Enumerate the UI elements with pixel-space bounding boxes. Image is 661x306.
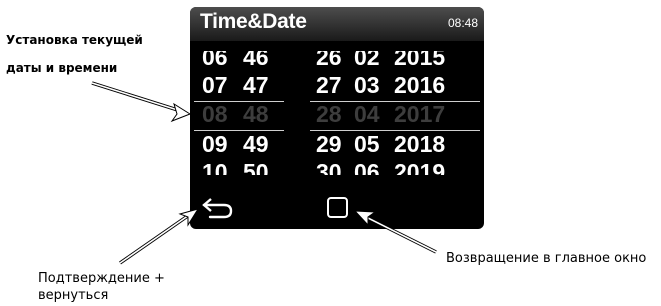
arrow-to-home-icon [353,210,437,254]
annotation-arrows [91,81,437,265]
arrow-to-time-picker [91,81,192,123]
arrow-to-back-icon [119,208,200,265]
